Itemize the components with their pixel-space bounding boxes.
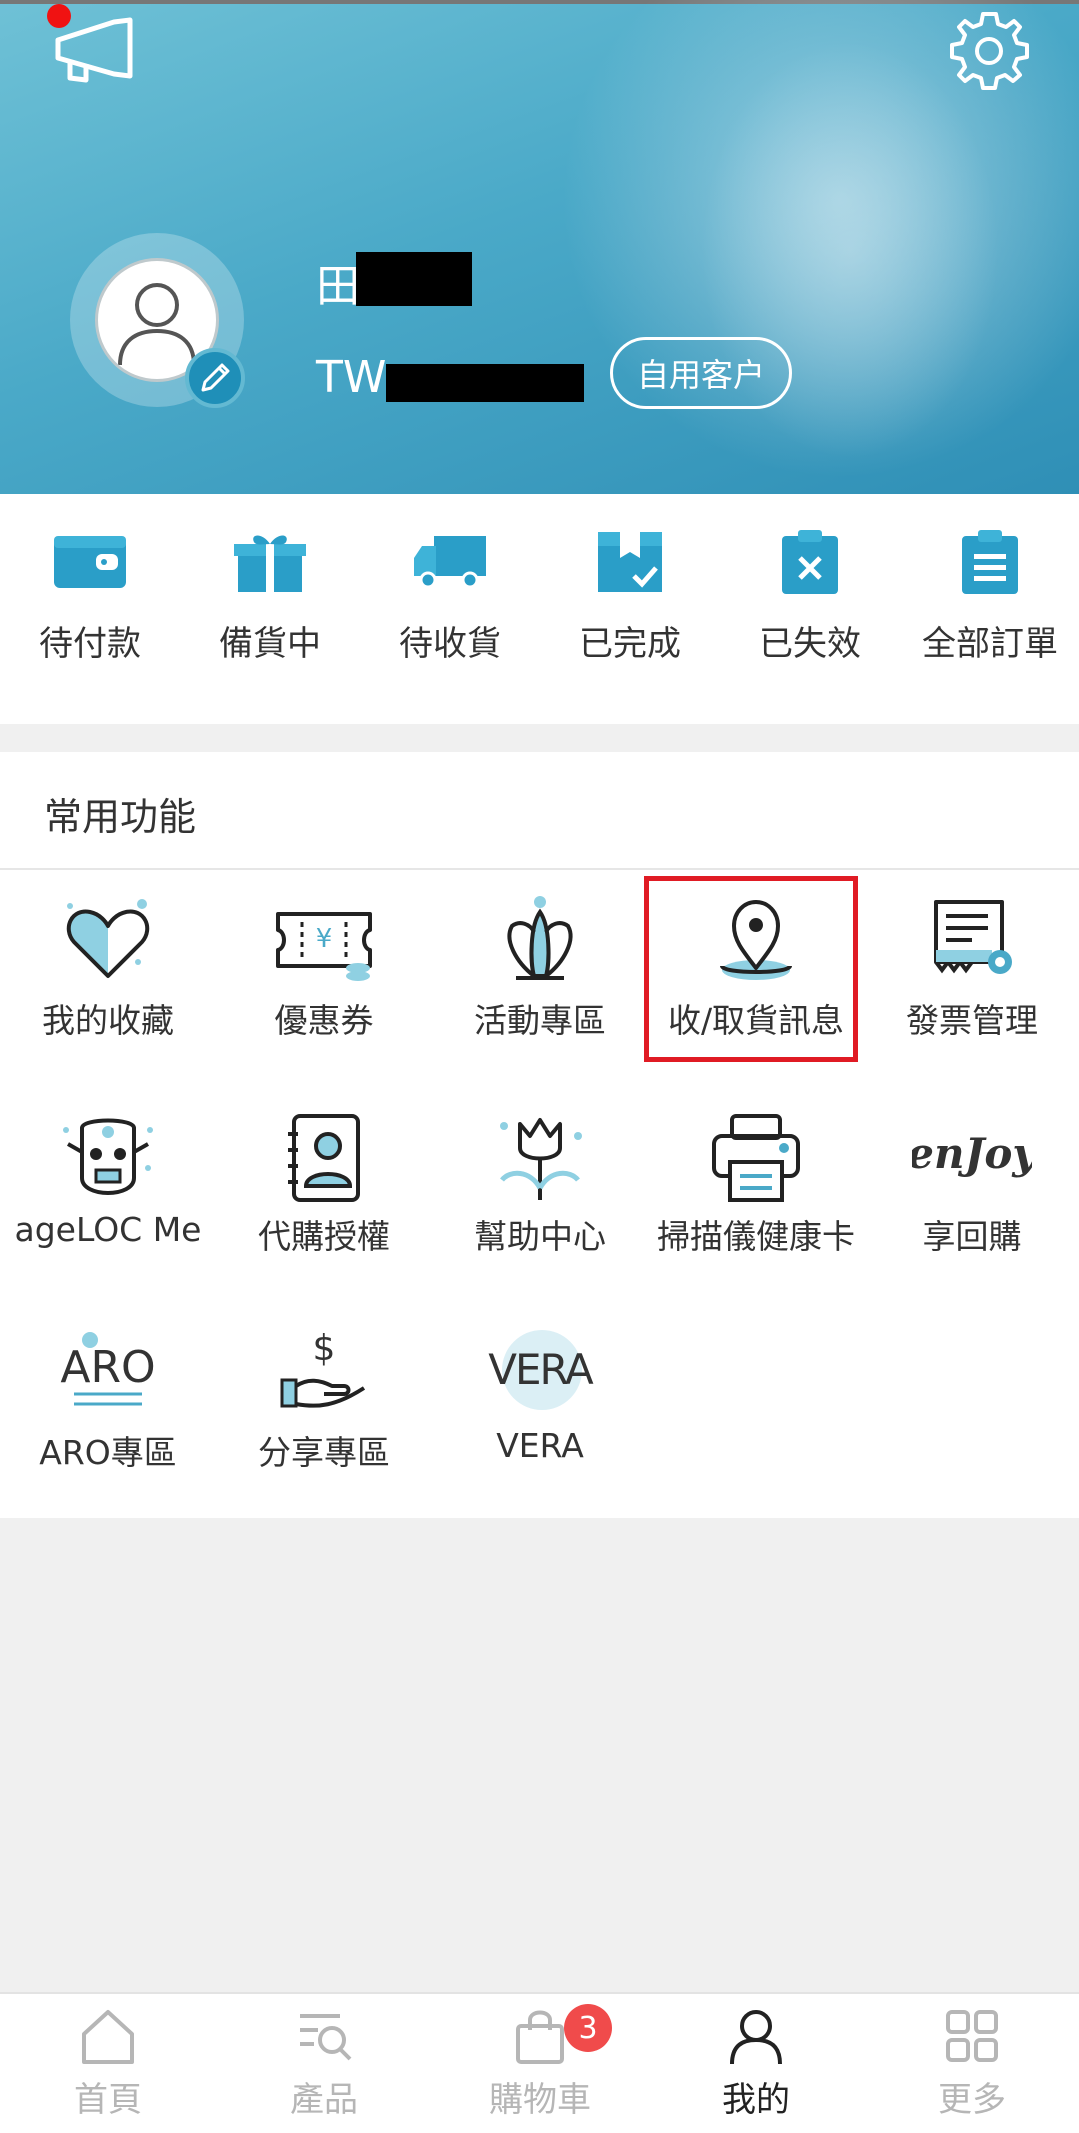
- function-share-zone[interactable]: $ 分享專區: [216, 1304, 432, 1494]
- order-pending-payment[interactable]: 待付款: [0, 530, 180, 665]
- grid-icon: [946, 2010, 998, 2062]
- clipboard-x-icon: [782, 530, 838, 594]
- contact-book-icon: [288, 1114, 360, 1202]
- function-coupons[interactable]: ¥ 優惠券: [216, 872, 432, 1062]
- tulip-icon: [500, 1118, 582, 1200]
- notification-dot: [47, 4, 71, 28]
- function-favorites[interactable]: 我的收藏: [0, 872, 216, 1062]
- order-awaiting-delivery[interactable]: 待收貨: [360, 530, 540, 665]
- order-preparing[interactable]: 備貨中: [180, 530, 360, 665]
- order-label: 備貨中: [219, 624, 321, 664]
- function-proxy-authorization[interactable]: 代購授權: [216, 1088, 432, 1278]
- box-check-icon: [598, 532, 662, 592]
- svg-text:VERA: VERA: [488, 1345, 594, 1394]
- home-icon: [82, 2010, 134, 2064]
- tab-mine[interactable]: 我的: [648, 1994, 864, 2133]
- enjoy-logo-icon: enJoy: [912, 1129, 1032, 1178]
- common-functions-panel: 常用功能 我的收藏 ¥ 優惠券 活動專區 收/取貨訊息 發票管理 ageLOC …: [0, 752, 1079, 1518]
- function-label: 代購授權: [258, 1217, 390, 1256]
- tab-label: 購物車: [489, 2080, 591, 2120]
- function-enjoy-repurchase[interactable]: enJoy 享回購: [864, 1088, 1079, 1278]
- member-id: TW: [316, 352, 387, 403]
- edit-avatar-button[interactable]: [185, 348, 245, 408]
- order-label: 全部訂單: [922, 624, 1058, 664]
- tab-label: 更多: [938, 2080, 1006, 2120]
- divider: [0, 868, 1079, 870]
- redacted-name: [356, 252, 472, 306]
- cart-count-badge: 3: [564, 2004, 612, 2052]
- shopping-bag-icon: [516, 2010, 564, 2064]
- wallet-icon: [54, 536, 126, 588]
- function-scanner-health-card[interactable]: 掃描儀健康卡: [648, 1088, 864, 1278]
- svg-text:ARO: ARO: [60, 1342, 155, 1393]
- function-label: 發票管理: [906, 1001, 1038, 1040]
- gear-icon[interactable]: [946, 8, 1032, 94]
- aro-logo-icon: ARO: [60, 1332, 156, 1406]
- function-events[interactable]: 活動專區: [432, 872, 648, 1062]
- function-label: 活動專區: [474, 1001, 606, 1040]
- order-status-bar: 待付款 備貨中 待收貨 已完成 已失效 全部訂單: [0, 494, 1079, 724]
- function-label: 幫助中心: [474, 1217, 606, 1256]
- function-label: 優惠券: [274, 1001, 374, 1040]
- order-label: 待收貨: [399, 624, 501, 664]
- function-aro-zone[interactable]: ARO ARO專區: [0, 1304, 216, 1494]
- function-invoice-management[interactable]: 發票管理: [864, 872, 1079, 1062]
- section-title: 常用功能: [44, 795, 197, 839]
- clipboard-list-icon: [962, 530, 1018, 594]
- customer-type-badge: 自用客户: [610, 337, 792, 409]
- redacted-member-id: [386, 364, 584, 402]
- function-label: ARO專區: [39, 1433, 177, 1472]
- highlight-box: [644, 876, 858, 1062]
- function-ageloc-me[interactable]: ageLOC Me: [0, 1088, 216, 1278]
- order-all[interactable]: 全部訂單: [900, 530, 1079, 665]
- function-vera[interactable]: VERA VERA: [432, 1304, 648, 1494]
- function-help-center[interactable]: 幫助中心: [432, 1088, 648, 1278]
- gift-box-icon: [234, 535, 306, 592]
- printer-icon: [712, 1114, 800, 1202]
- order-expired[interactable]: 已失效: [720, 530, 900, 665]
- pencil-icon: [201, 363, 230, 392]
- tab-label: 首頁: [74, 2080, 142, 2120]
- tab-more[interactable]: 更多: [864, 1994, 1079, 2133]
- hand-dollar-icon: $: [280, 1328, 366, 1408]
- function-label: ageLOC Me: [14, 1210, 202, 1249]
- tab-products[interactable]: 產品: [216, 1994, 432, 2133]
- order-label: 已完成: [579, 624, 681, 664]
- tab-home[interactable]: 首頁: [0, 1994, 216, 2133]
- function-label: 享回購: [922, 1217, 1022, 1256]
- svg-text:enJoy: enJoy: [912, 1129, 1032, 1178]
- profile-header: 田 TW 自用客户: [0, 0, 1079, 494]
- invoice-gear-icon: [934, 900, 1012, 974]
- coupon-icon: ¥: [276, 912, 372, 981]
- vera-logo-icon: VERA: [488, 1330, 596, 1410]
- function-label: VERA: [496, 1426, 584, 1465]
- crown-icon: [507, 896, 573, 980]
- function-label: 我的收藏: [42, 1001, 174, 1040]
- svg-text:¥: ¥: [316, 924, 333, 954]
- tab-label: 產品: [290, 2080, 358, 2120]
- order-label: 待付款: [39, 624, 141, 664]
- user-name: 田: [316, 261, 360, 312]
- svg-text:$: $: [313, 1328, 336, 1369]
- bottom-tab-bar: 首頁 產品 購物車 我的 更多: [0, 1992, 1079, 2133]
- user-icon: [730, 2010, 782, 2065]
- order-completed[interactable]: 已完成: [540, 530, 720, 665]
- order-label: 已失效: [759, 624, 861, 664]
- product-search-icon: [300, 2014, 352, 2061]
- heart-icon: [66, 899, 150, 978]
- delivery-truck-icon: [414, 536, 486, 589]
- tab-cart[interactable]: 購物車: [432, 1994, 648, 2133]
- function-label: 分享專區: [258, 1433, 390, 1472]
- function-label: 掃描儀健康卡: [657, 1217, 855, 1256]
- tab-label: 我的: [722, 2080, 790, 2120]
- megaphone-icon[interactable]: [52, 16, 138, 86]
- agent-face-icon: [63, 1118, 153, 1195]
